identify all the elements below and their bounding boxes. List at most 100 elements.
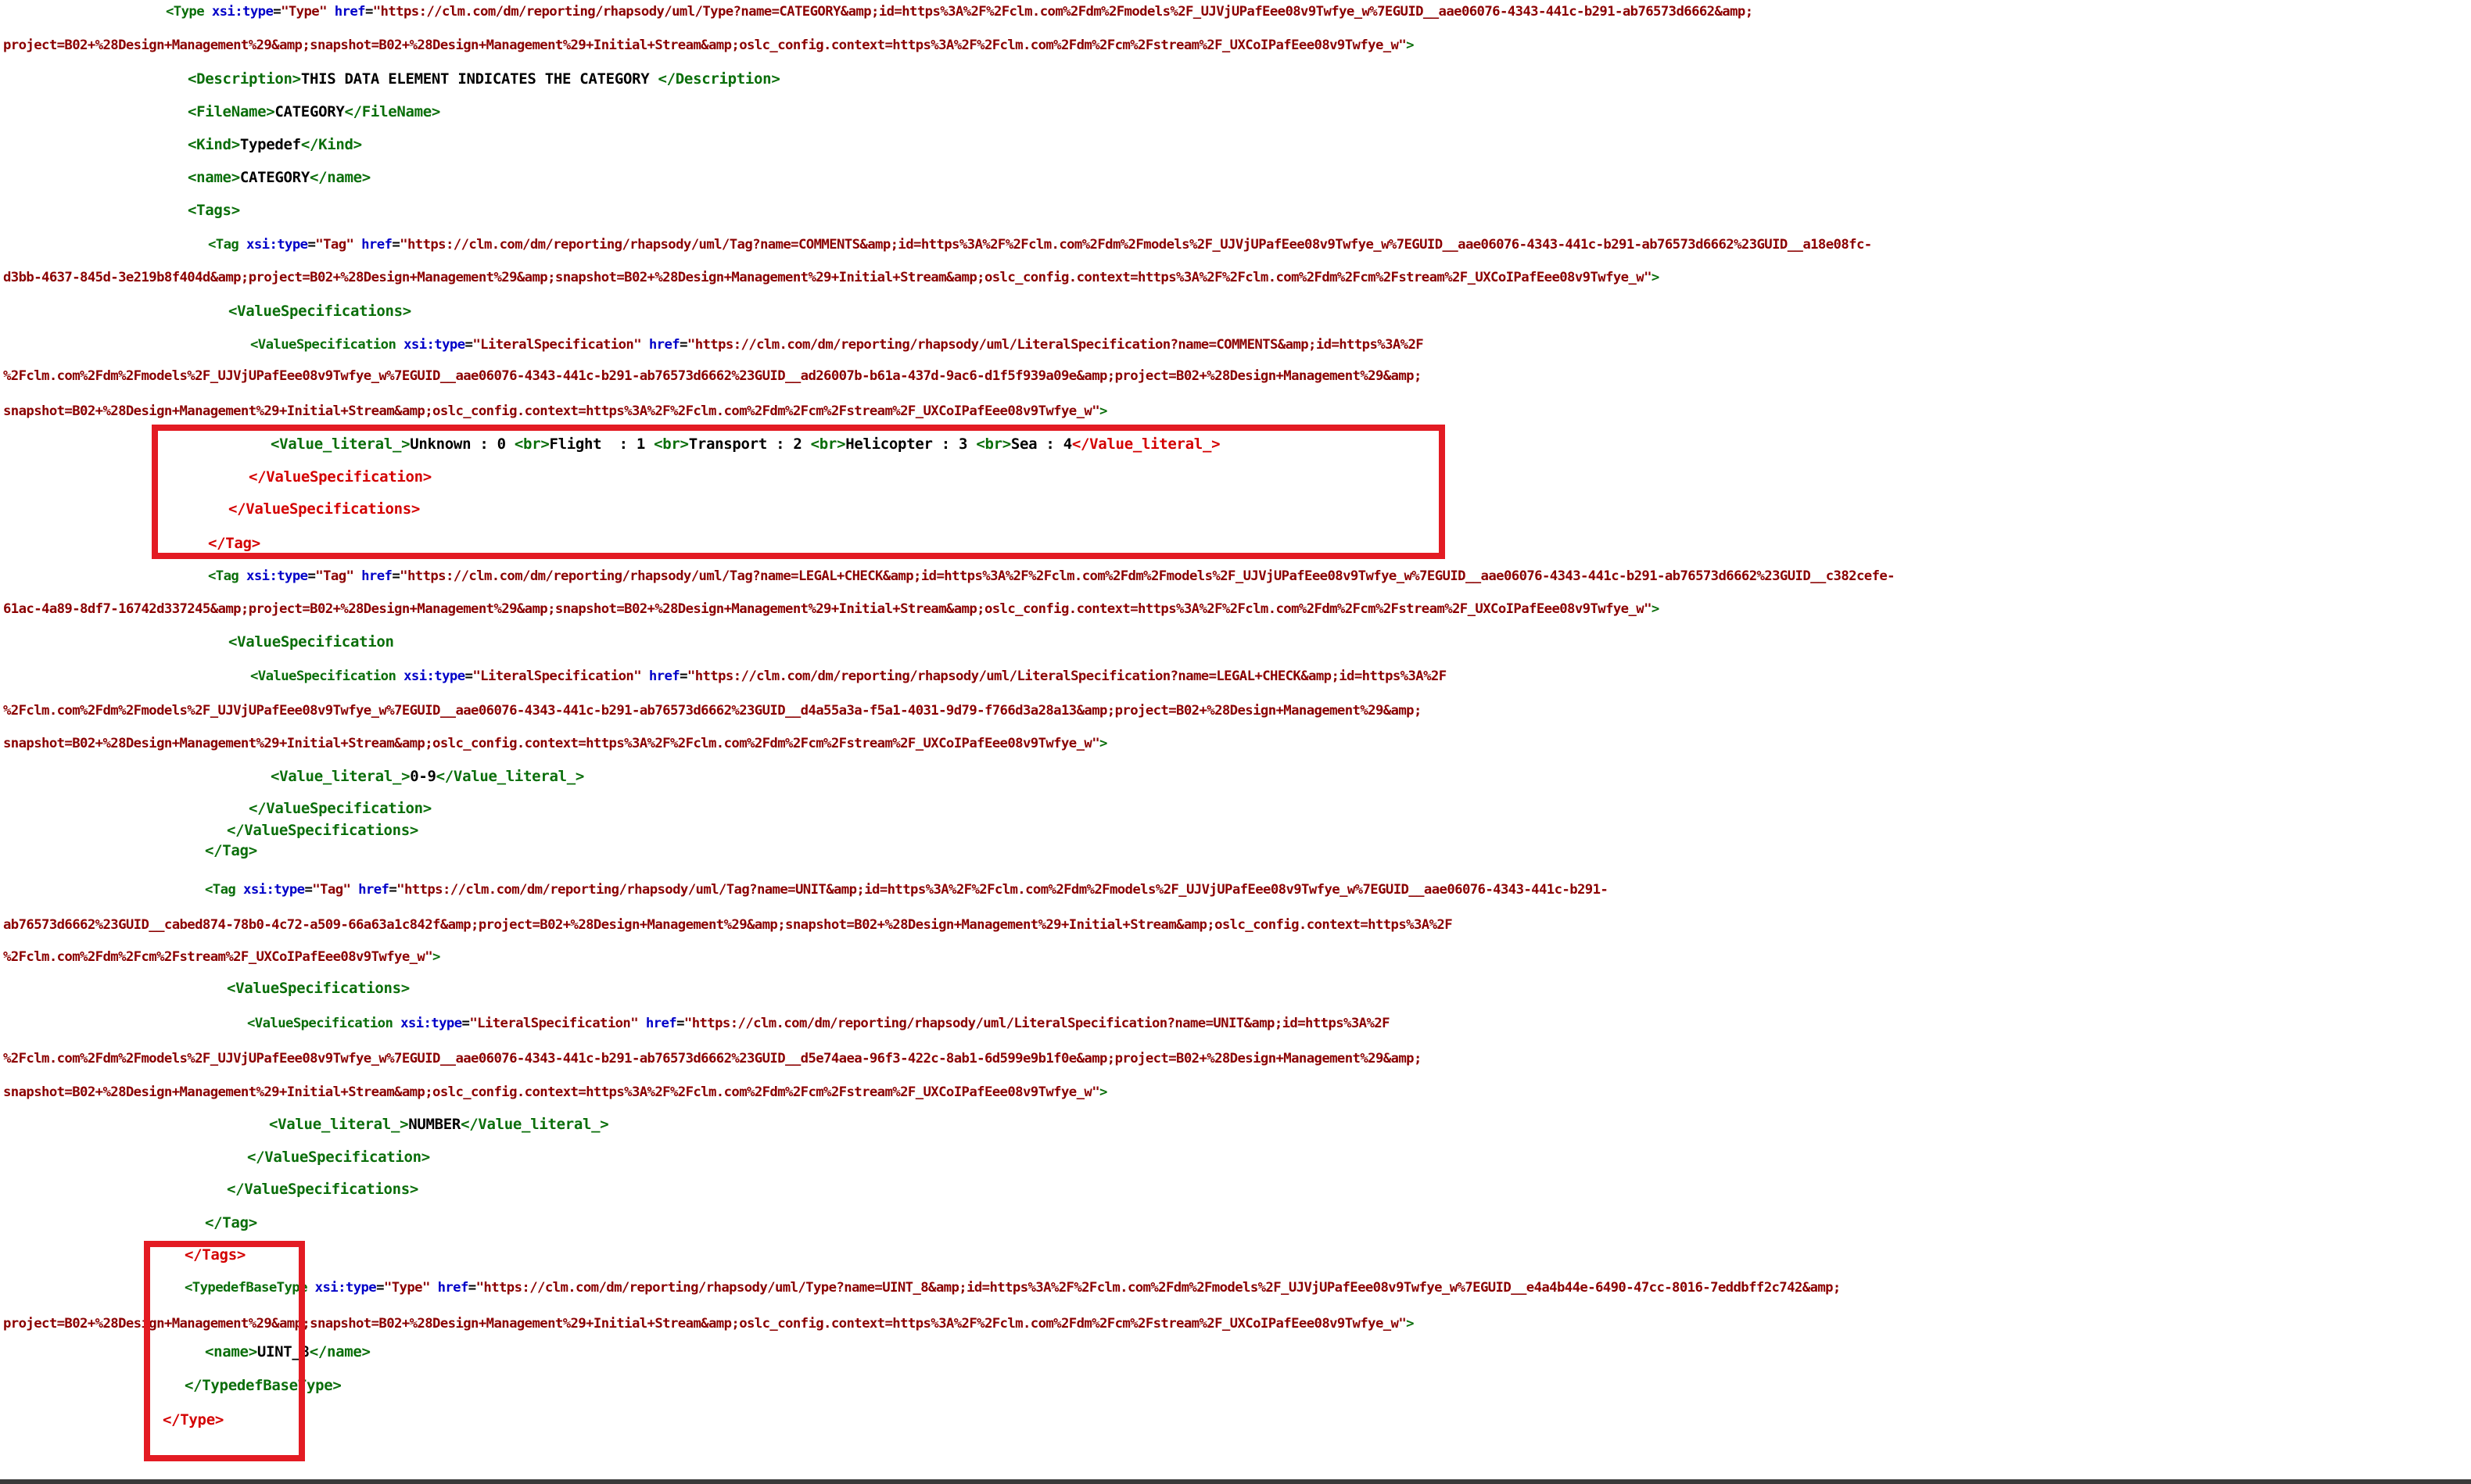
xml-token: NUMBER	[408, 1116, 461, 1133]
xml-token: "https://clm.com/dm/reporting/rhapsody/u…	[687, 669, 1447, 684]
xml-line: <Type xsi:type="Type" href="https://clm.…	[166, 2, 1753, 22]
xml-token: >	[1099, 736, 1107, 751]
xml-line: <Value_literal_>0-9</Value_literal_>	[271, 766, 584, 787]
xml-line: %2Fclm.com%2Fdm%2Fmodels%2F_UJVjUPafEee0…	[3, 366, 1422, 386]
xml-token: =	[392, 237, 400, 253]
xml-token: d3bb-4637-845d-3e219b8f404d&amp;project=…	[3, 270, 1652, 285]
xml-token	[350, 882, 358, 898]
xml-line: <FileName>CATEGORY</FileName>	[188, 102, 440, 122]
xml-line: </ValueSpecification>	[247, 1147, 430, 1167]
xml-token	[641, 337, 649, 353]
xml-token: =	[680, 337, 687, 353]
xml-token: "https://clm.com/dm/reporting/rhapsody/u…	[687, 337, 1424, 353]
xml-token: =	[307, 568, 316, 584]
xml-token: Typedef	[239, 136, 301, 153]
xml-token: <ValueSpecification	[250, 337, 404, 353]
xml-line: <ValueSpecification	[228, 632, 394, 652]
xml-token: <ValueSpecifications>	[228, 303, 411, 320]
xml-token: =	[464, 337, 473, 353]
xml-token: =	[273, 4, 282, 20]
xml-token: <Tag	[205, 882, 244, 898]
xml-line: snapshot=B02+%28Design+Management%29+Ini…	[3, 733, 1107, 754]
xml-token: =	[307, 237, 316, 253]
xml-line: <name>CATEGORY</name>	[188, 167, 371, 188]
xml-token: xsi:type	[211, 4, 274, 20]
xml-token: xsi:type	[246, 237, 308, 253]
xml-line: <ValueSpecifications>	[228, 301, 411, 321]
xml-token: href	[645, 1016, 677, 1031]
xml-token: <Kind>	[188, 136, 240, 153]
xml-token: %2Fclm.com%2Fdm%2Fmodels%2F_UJVjUPafEee0…	[3, 368, 1422, 384]
xml-token: =	[304, 882, 313, 898]
xml-token: >	[1406, 1316, 1414, 1332]
xml-token: "https://clm.com/dm/reporting/rhapsody/u…	[400, 568, 1895, 584]
xml-token: >	[1099, 403, 1107, 419]
xml-token: THIS DATA ELEMENT INDICATES THE CATEGORY	[300, 70, 658, 88]
xml-line: <Tag xsi:type="Tag" href="https://clm.co…	[205, 880, 1608, 900]
xml-token: <ValueSpecification	[250, 669, 404, 684]
xml-token	[430, 1280, 438, 1296]
xml-line: </Tag>	[205, 841, 257, 861]
xml-token: href	[361, 568, 393, 584]
xml-token: <FileName>	[188, 103, 275, 120]
xml-token: href	[334, 4, 366, 20]
xml-line: <Tags>	[188, 200, 240, 220]
xml-token: "https://clm.com/dm/reporting/rhapsody/u…	[372, 4, 1753, 20]
xml-token: "https://clm.com/dm/reporting/rhapsody/u…	[475, 1280, 1842, 1296]
xml-token: </FileName>	[344, 103, 441, 120]
xml-token: >	[1099, 1084, 1107, 1100]
xml-token: <Value_literal_>	[271, 768, 411, 785]
xml-token: "Tag"	[312, 882, 351, 898]
xml-line: 61ac-4a89-8df7-16742d337245&amp;project=…	[3, 599, 1659, 619]
xml-line: snapshot=B02+%28Design+Management%29+Ini…	[3, 1082, 1107, 1102]
xml-line: %2Fclm.com%2Fdm%2Fmodels%2F_UJVjUPafEee0…	[3, 701, 1422, 721]
xml-token: "Type"	[383, 1280, 430, 1296]
xml-token: =	[389, 882, 397, 898]
xml-token: =	[461, 1016, 470, 1031]
xml-token: </Kind>	[300, 136, 362, 153]
xml-token	[353, 237, 361, 253]
xml-line: ab76573d6662%23GUID__cabed874-78b0-4c72-…	[3, 915, 1453, 935]
xml-token: >	[1406, 38, 1414, 53]
xml-token	[641, 669, 649, 684]
xml-line: </ValueSpecification>	[249, 798, 432, 819]
xml-token	[353, 568, 361, 584]
xml-token: ab76573d6662%23GUID__cabed874-78b0-4c72-…	[3, 917, 1453, 933]
xml-token: <ValueSpecifications>	[227, 980, 410, 997]
xml-token: >	[432, 949, 440, 965]
xml-token: </ValueSpecifications>	[227, 822, 419, 839]
xml-token: <Value_literal_>	[269, 1116, 409, 1133]
xml-line: <Tag xsi:type="Tag" href="https://clm.co…	[208, 566, 1895, 586]
xml-token: =	[364, 4, 373, 20]
xml-token: =	[676, 1016, 684, 1031]
xml-token: </name>	[309, 169, 371, 186]
xml-line: d3bb-4637-845d-3e219b8f404d&amp;project=…	[3, 267, 1659, 288]
xml-token: <Description>	[188, 70, 301, 88]
xml-token: </Tag>	[205, 1214, 257, 1231]
xml-token: 61ac-4a89-8df7-16742d337245&amp;project=…	[3, 601, 1652, 617]
highlight-box-tags-close	[144, 1241, 305, 1461]
xml-line: </ValueSpecifications>	[227, 820, 418, 841]
xml-line: <ValueSpecifications>	[227, 978, 410, 998]
xml-token: </Tag>	[205, 842, 257, 859]
xml-line: </ValueSpecifications>	[227, 1179, 418, 1199]
xml-token: xsi:type	[400, 1016, 462, 1031]
xml-token: href	[437, 1280, 469, 1296]
xml-token: href	[361, 237, 393, 253]
xml-token: "https://clm.com/dm/reporting/rhapsody/u…	[400, 237, 1872, 253]
xml-line: snapshot=B02+%28Design+Management%29+Ini…	[3, 401, 1107, 421]
xml-token: snapshot=B02+%28Design+Management%29+Ini…	[3, 736, 1100, 751]
xml-token: "LiteralSpecification"	[469, 1016, 639, 1031]
xml-token: snapshot=B02+%28Design+Management%29+Ini…	[3, 1084, 1100, 1100]
xml-token: </Description>	[658, 70, 780, 88]
xml-token: CATEGORY	[239, 169, 310, 186]
xml-line: <Value_literal_>NUMBER</Value_literal_>	[269, 1114, 609, 1135]
xml-token: <Tag	[208, 237, 247, 253]
xml-token: >	[1651, 270, 1659, 285]
xml-token: CATEGORY	[274, 103, 345, 120]
xml-line: project=B02+%28Design+Management%29&amp;…	[3, 35, 1415, 56]
xml-token: </ValueSpecification>	[247, 1149, 430, 1166]
xml-token: >	[1651, 601, 1659, 617]
xml-token: snapshot=B02+%28Design+Management%29+Ini…	[3, 403, 1100, 419]
xml-token: "https://clm.com/dm/reporting/rhapsody/u…	[396, 882, 1608, 898]
